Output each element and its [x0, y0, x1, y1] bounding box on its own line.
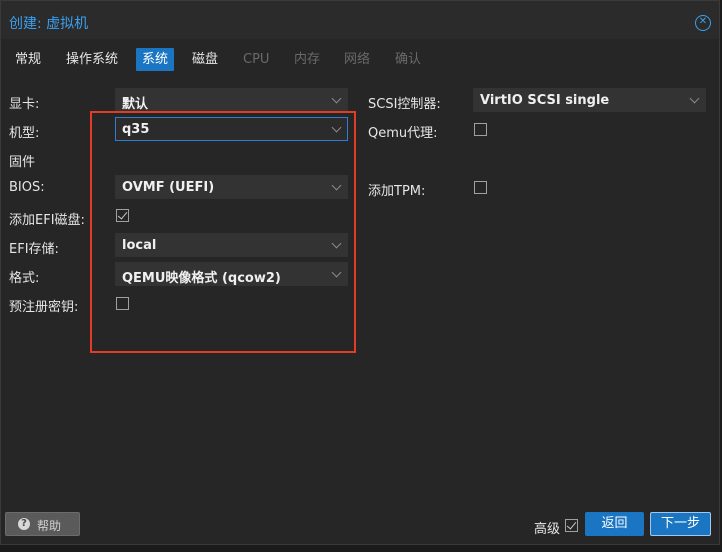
pre-enroll-label: 预注册密钥:	[9, 300, 79, 315]
scsi-label: SCSI控制器:	[368, 97, 441, 112]
back-button[interactable]: 返回	[585, 512, 644, 536]
graphics-value: 默认	[122, 97, 149, 112]
dialog-title: 创建: 虚拟机	[9, 16, 89, 32]
tab-disks[interactable]: 磁盘	[186, 48, 224, 71]
question-icon: ?	[18, 518, 30, 530]
bios-label: BIOS:	[9, 180, 45, 195]
add-efi-label: 添加EFI磁盘:	[9, 213, 85, 228]
tab-confirm: 确认	[395, 52, 422, 67]
efi-storage-label: EFI存储:	[9, 242, 59, 257]
firmware-heading: 固件	[9, 155, 36, 170]
machine-label: 机型:	[9, 126, 40, 141]
graphics-select[interactable]: 默认	[115, 88, 348, 112]
tab-cpu: CPU	[243, 52, 270, 67]
qemu-agent-label: Qemu代理:	[368, 126, 438, 141]
chevron-down-icon[interactable]	[331, 93, 342, 104]
highlight-box	[90, 111, 356, 353]
tab-system[interactable]: 系统	[136, 48, 175, 71]
help-button[interactable]: ? 帮助	[5, 512, 80, 536]
tab-memory: 内存	[294, 52, 321, 67]
add-tpm-label: 添加TPM:	[368, 184, 426, 199]
scsi-select[interactable]: VirtIO SCSI single	[473, 88, 706, 112]
close-icon[interactable]: ✕	[695, 15, 711, 31]
tab-os[interactable]: 操作系统	[60, 48, 124, 71]
advanced-label: 高级	[534, 522, 561, 537]
tab-network: 网络	[344, 52, 371, 67]
help-label: 帮助	[37, 519, 62, 533]
add-tpm-checkbox[interactable]	[474, 181, 487, 194]
format-label: 格式:	[9, 271, 40, 286]
dialog-footer: ? 帮助 高级 返回 下一步	[1, 506, 719, 544]
scsi-value: VirtIO SCSI single	[480, 93, 610, 108]
chevron-down-icon[interactable]	[689, 93, 700, 104]
graphics-label: 显卡:	[9, 97, 40, 112]
check-icon	[566, 519, 577, 530]
title-bar: 创建: 虚拟机 ✕	[1, 1, 719, 39]
tab-general[interactable]: 常规	[9, 48, 47, 71]
advanced-checkbox[interactable]	[565, 519, 578, 532]
background-strip	[0, 545, 722, 552]
next-button[interactable]: 下一步	[650, 512, 711, 536]
qemu-agent-checkbox[interactable]	[474, 123, 487, 136]
create-vm-dialog: 创建: 虚拟机 ✕ 常规 操作系统 系统 磁盘 CPU 内存 网络 确认 显卡:…	[0, 0, 720, 545]
